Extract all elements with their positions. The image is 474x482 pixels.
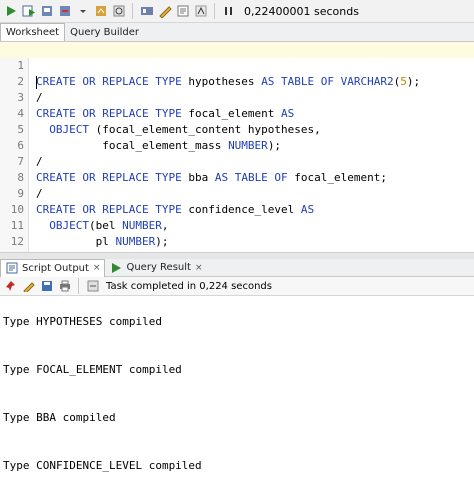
output-tab-bar: Script Output × Query Result × xyxy=(0,258,474,277)
unshared-icon[interactable] xyxy=(222,4,236,18)
toolbar-separator xyxy=(78,278,79,294)
code-line: 6 / xyxy=(0,122,474,168)
worksheet-tab-bar: Worksheet Query Builder xyxy=(0,23,474,42)
run-statement-icon[interactable] xyxy=(4,4,18,18)
toolbar-separator xyxy=(132,3,133,19)
code-line: 1 CREATE OR REPLACE TYPE hypotheses AS T… xyxy=(0,42,474,89)
query-result-icon xyxy=(109,261,123,275)
code-line: 8 / xyxy=(0,154,474,200)
tuning-icon[interactable] xyxy=(140,4,154,18)
output-toolbar: Task completed in 0,224 seconds xyxy=(0,277,474,296)
output-line: Type FOCAL_ELEMENT compiled xyxy=(3,363,182,376)
script-output-area[interactable]: Type HYPOTHESES compiled Type FOCAL_ELEM… xyxy=(0,296,474,482)
code-line: 12 / xyxy=(0,218,474,264)
rollback-icon[interactable] xyxy=(58,4,72,18)
save-icon[interactable] xyxy=(40,279,54,293)
sql-history-icon[interactable] xyxy=(176,4,190,18)
code-line: 3 CREATE OR REPLACE TYPE focal_element A… xyxy=(0,74,474,120)
autotrace-icon[interactable] xyxy=(94,4,108,18)
commit-icon[interactable] xyxy=(40,4,54,18)
code-line: 13 xyxy=(0,234,474,264)
close-icon[interactable]: × xyxy=(93,263,101,273)
dropdown-arrow-icon[interactable] xyxy=(76,4,90,18)
code-line: 5 focal_element_mass NUMBER); xyxy=(0,106,474,152)
pin-icon[interactable] xyxy=(4,279,18,293)
toolbar-separator xyxy=(214,3,215,19)
output-line: Type BBA compiled xyxy=(3,411,116,424)
print-icon[interactable] xyxy=(58,279,72,293)
task-status: Task completed in 0,224 seconds xyxy=(106,280,272,292)
tab-query-builder[interactable]: Query Builder xyxy=(65,24,144,41)
tab-label: Script Output xyxy=(22,262,89,274)
tab-query-result[interactable]: Query Result × xyxy=(105,259,206,276)
buffer-icon[interactable] xyxy=(86,279,100,293)
code-line: 11 pl NUMBER); xyxy=(0,202,474,248)
tab-worksheet[interactable]: Worksheet xyxy=(0,23,66,41)
code-line: 10 OBJECT(bel NUMBER, xyxy=(0,186,474,232)
code-line: 7 CREATE OR REPLACE TYPE bba AS TABLE OF… xyxy=(0,138,474,184)
code-line: 9 CREATE OR REPLACE TYPE confidence_leve… xyxy=(0,170,474,216)
code-line: 2 / xyxy=(0,58,474,104)
format-icon[interactable] xyxy=(194,4,208,18)
clear-icon[interactable] xyxy=(158,4,172,18)
clear-icon[interactable] xyxy=(22,279,36,293)
code-line: 4 OBJECT (focal_element_content hypothes… xyxy=(0,90,474,136)
worksheet-toolbar: 0,22400001 seconds xyxy=(0,0,474,23)
tab-script-output[interactable]: Script Output × xyxy=(0,258,106,277)
tab-label: Query Result xyxy=(126,262,191,273)
run-script-icon[interactable] xyxy=(22,4,36,18)
script-output-icon xyxy=(5,261,19,275)
close-icon[interactable]: × xyxy=(195,263,203,273)
output-line: Type HYPOTHESES compiled xyxy=(3,315,162,328)
execution-time: 0,22400001 seconds xyxy=(244,4,359,18)
explain-plan-icon[interactable] xyxy=(112,4,126,18)
output-line: Type CONFIDENCE_LEVEL compiled xyxy=(3,459,202,472)
sql-editor[interactable]: 1 CREATE OR REPLACE TYPE hypotheses AS T… xyxy=(0,42,474,264)
